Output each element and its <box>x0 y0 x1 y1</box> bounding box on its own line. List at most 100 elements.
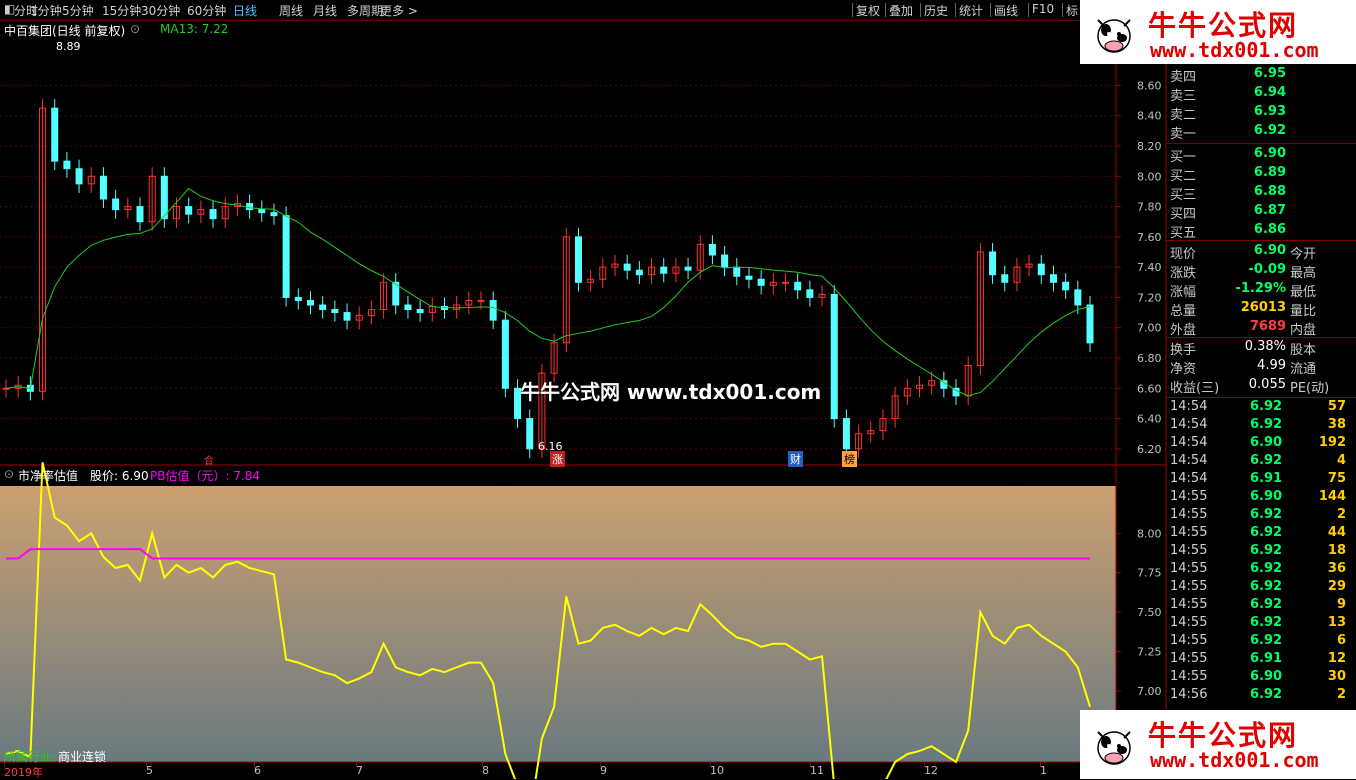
tick-row: 14:54 6.92 4 <box>1168 453 1356 471</box>
x-tick <box>482 762 483 767</box>
candle-body <box>684 266 692 271</box>
bid-price: 6.87 <box>1253 203 1286 218</box>
ask-label: 卖一 <box>1170 127 1197 142</box>
watermark-top: 牛牛公式网 www.tdx001.com <box>1080 0 1356 64</box>
quote-label: 现价 <box>1170 247 1197 262</box>
bid-price: 6.90 <box>1253 146 1286 161</box>
bid-label: 买一 <box>1170 150 1197 165</box>
tick-time: 14:54 <box>1170 453 1208 468</box>
quote-row: 现价 6.90 今开 <box>1168 243 1356 262</box>
event-tag-limit-up[interactable]: 涨 <box>550 451 565 467</box>
tick-row: 14:55 6.90 30 <box>1168 669 1356 687</box>
date-label: 2019年 <box>4 766 43 779</box>
x-tick <box>710 762 711 767</box>
ask-label: 卖四 <box>1170 70 1197 85</box>
tick-price: 6.92 <box>1250 417 1283 432</box>
candle-body <box>1074 289 1082 306</box>
quote-label: 外盘 <box>1170 323 1197 338</box>
indicator-title: 市净率估值 <box>18 469 79 483</box>
bid-price: 6.88 <box>1253 184 1286 199</box>
x-tick <box>254 762 255 767</box>
ask-label: 卖三 <box>1170 89 1197 104</box>
candle-body <box>75 168 83 185</box>
stat-right-label: 股本 <box>1290 343 1317 358</box>
candle-body <box>282 215 290 298</box>
tick-row: 14:55 6.92 36 <box>1168 561 1356 579</box>
tick-time: 14:56 <box>1170 687 1208 702</box>
event-tag-merge[interactable]: 合 <box>204 452 214 467</box>
candle-body <box>526 418 534 450</box>
main-y-tick-label: 7.00 <box>1137 322 1162 335</box>
bid-label: 买三 <box>1170 188 1197 203</box>
stat-value: 0.38% <box>1244 339 1286 354</box>
tick-row: 14:55 6.92 9 <box>1168 597 1356 615</box>
tick-volume: 44 <box>1327 525 1346 540</box>
stat-label: 净资 <box>1170 362 1197 377</box>
industry-value: 商业连锁 <box>58 750 107 764</box>
ask-label: 卖二 <box>1170 108 1197 123</box>
x-tick <box>4 762 5 767</box>
watermark-bottom: 牛牛公式网 www.tdx001.com <box>1080 710 1356 779</box>
tick-price: 6.92 <box>1250 633 1283 648</box>
candle-body <box>136 206 144 223</box>
x-tick <box>924 762 925 767</box>
x-tick <box>356 762 357 767</box>
tick-price: 6.92 <box>1250 597 1283 612</box>
quote-value: 26013 <box>1240 300 1286 315</box>
center-watermark: 牛牛公式网 www.tdx001.com <box>520 380 822 404</box>
tick-time: 14:55 <box>1170 543 1208 558</box>
tick-volume: 38 <box>1327 417 1346 432</box>
tick-volume: 144 <box>1318 489 1346 504</box>
main-y-tick-label: 6.20 <box>1137 443 1162 456</box>
main-y-tick-label: 8.40 <box>1137 110 1162 123</box>
x-tick <box>146 762 147 767</box>
date-label: 7 <box>356 764 363 777</box>
tick-row: 14:56 6.92 2 <box>1168 687 1356 705</box>
event-tag-finance[interactable]: 财 <box>788 451 803 467</box>
candle-body <box>306 299 314 306</box>
date-label: 9 <box>600 764 607 777</box>
candle-body <box>501 319 509 389</box>
main-y-tick-label: 6.40 <box>1137 413 1162 426</box>
cow-logo-icon <box>1092 8 1136 56</box>
bid-label: 买五 <box>1170 226 1197 241</box>
event-tag-list[interactable]: 榜 <box>842 451 857 467</box>
tick-volume: 13 <box>1327 615 1346 630</box>
tick-price: 6.92 <box>1250 507 1283 522</box>
main-y-tick-label: 6.80 <box>1137 352 1162 365</box>
tick-time: 14:55 <box>1170 651 1208 666</box>
collapse-icon[interactable]: ⊙ <box>4 467 14 481</box>
tick-row: 14:55 6.92 6 <box>1168 633 1356 651</box>
main-y-tick-label: 7.80 <box>1137 201 1162 214</box>
sub-chart-bg <box>0 486 1116 762</box>
candle-body <box>745 275 753 280</box>
tick-volume: 75 <box>1327 471 1346 486</box>
main-y-tick-label: 8.20 <box>1137 140 1162 153</box>
quote-right-label: 最低 <box>1290 285 1317 300</box>
main-y-tick-label: 8.00 <box>1137 170 1162 183</box>
tick-volume: 2 <box>1336 507 1346 522</box>
main-y-tick-label: 8.60 <box>1137 79 1162 92</box>
stat-row: 收益(三) 0.055 PE(动) <box>1168 377 1356 396</box>
quote-row: 总量 26013 量比 <box>1168 300 1356 319</box>
tick-price: 6.92 <box>1250 579 1283 594</box>
stat-row: 换手 0.38% 股本 <box>1168 339 1356 358</box>
tick-volume: 192 <box>1318 435 1346 450</box>
quote-value: -1.29% <box>1235 281 1287 296</box>
tick-time: 14:54 <box>1170 435 1208 450</box>
candle-body <box>757 278 765 286</box>
tick-price: 6.92 <box>1250 399 1283 414</box>
candle-body <box>331 309 339 314</box>
main-y-tick-label: 6.60 <box>1137 382 1162 395</box>
ma-line <box>5 187 1091 397</box>
date-label: 5 <box>146 764 153 777</box>
tick-price: 6.91 <box>1250 471 1283 486</box>
ask-row: 卖三 6.94 <box>1168 85 1356 104</box>
candle-body <box>477 299 485 302</box>
bid-row: 买二 6.89 <box>1168 165 1356 184</box>
candle-body <box>660 266 668 274</box>
bid-row: 买一 6.90 <box>1168 146 1356 165</box>
high-marker: 8.89 <box>56 40 81 53</box>
bid-price: 6.89 <box>1253 165 1286 180</box>
ask-price: 6.92 <box>1253 123 1286 138</box>
